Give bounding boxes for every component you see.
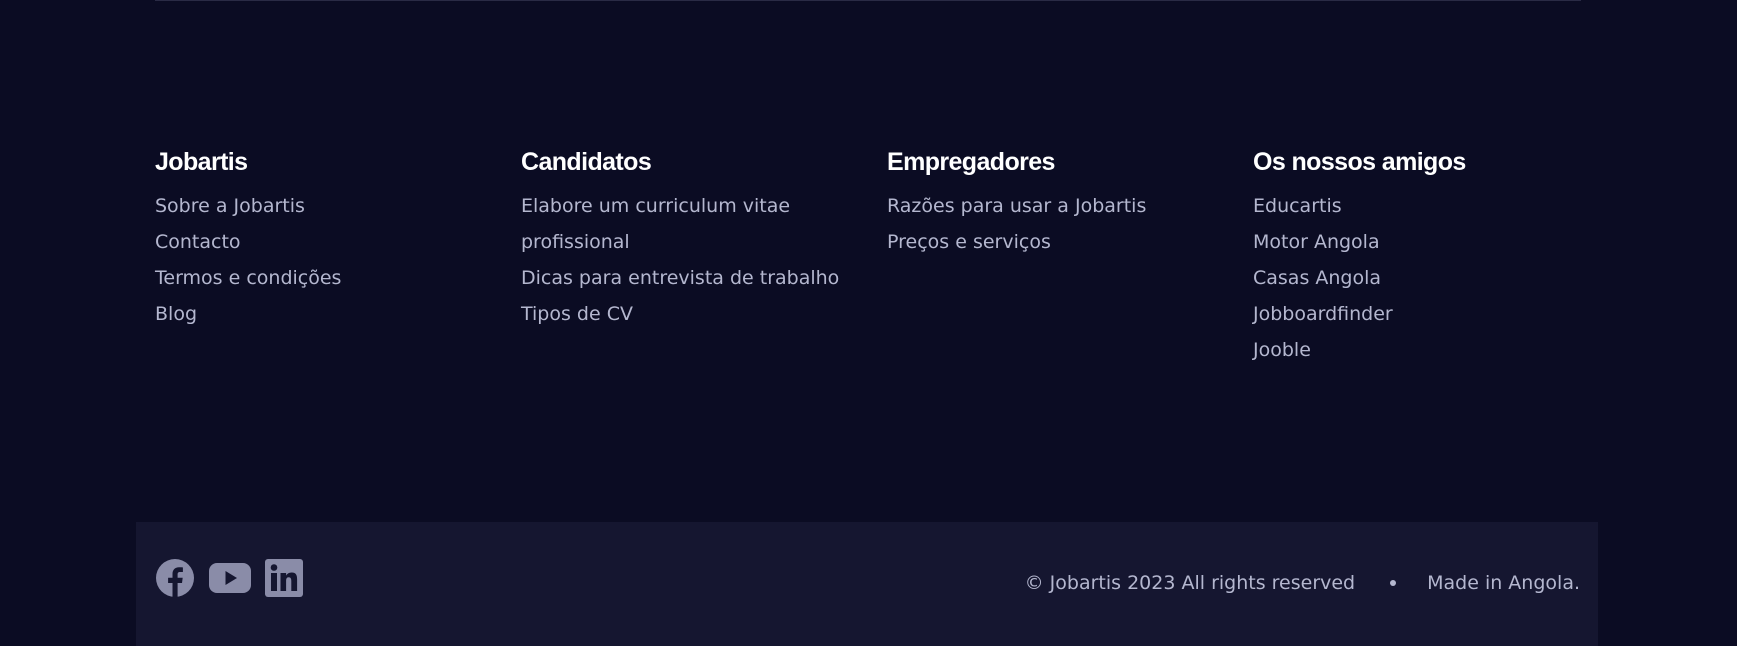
footer-columns: Jobartis Sobre a Jobartis Contacto Termo… [155,142,1585,368]
link-casas-angola[interactable]: Casas Angola [1253,260,1583,296]
linkedin-icon[interactable] [265,559,303,597]
link-tipos-de-cv[interactable]: Tipos de CV [521,296,851,332]
link-list: Elabore um curriculum vitae profissional… [521,188,887,332]
link-list: Educartis Motor Angola Casas Angola Jobb… [1253,188,1619,368]
top-divider [155,0,1581,1]
link-jobboardfinder[interactable]: Jobboardfinder [1253,296,1583,332]
link-list: Razões para usar a Jobartis Preços e ser… [887,188,1253,260]
footer-column-jobartis: Jobartis Sobre a Jobartis Contacto Termo… [155,142,521,368]
link-jooble[interactable]: Jooble [1253,332,1583,368]
legal-info: © Jobartis 2023 All rights reserved Made… [1025,571,1580,595]
bullet-separator [1390,580,1397,586]
facebook-icon[interactable] [155,558,195,598]
footer-column-candidatos: Candidatos Elabore um curriculum vitae p… [521,142,887,368]
link-motor-angola[interactable]: Motor Angola [1253,224,1583,260]
link-blog[interactable]: Blog [155,296,485,332]
footer-column-amigos: Os nossos amigos Educartis Motor Angola … [1253,142,1619,368]
link-termos-e-condicoes[interactable]: Termos e condições [155,260,485,296]
link-educartis[interactable]: Educartis [1253,188,1583,224]
made-in-text: Made in Angola. [1427,572,1580,594]
footer-page: Jobartis Sobre a Jobartis Contacto Termo… [0,0,1737,646]
column-title: Empregadores [887,148,1055,176]
link-razoes-jobartis[interactable]: Razões para usar a Jobartis [887,188,1217,224]
link-sobre-a-jobartis[interactable]: Sobre a Jobartis [155,188,485,224]
column-title: Candidatos [521,148,652,176]
youtube-icon[interactable] [209,563,251,593]
copyright-text: © Jobartis 2023 All rights reserved [1024,572,1356,594]
column-title: Jobartis [155,148,248,176]
link-precos-servicos[interactable]: Preços e serviços [887,224,1217,260]
link-contacto[interactable]: Contacto [155,224,485,260]
column-title: Os nossos amigos [1253,148,1466,176]
link-elabore-cv[interactable]: Elabore um curriculum vitae profissional [521,188,811,260]
bottom-bar: © Jobartis 2023 All rights reserved Made… [136,522,1598,646]
social-links [155,558,317,598]
footer-column-empregadores: Empregadores Razões para usar a Jobartis… [887,142,1253,368]
link-list: Sobre a Jobartis Contacto Termos e condi… [155,188,521,332]
link-dicas-entrevista[interactable]: Dicas para entrevista de trabalho [521,260,851,296]
